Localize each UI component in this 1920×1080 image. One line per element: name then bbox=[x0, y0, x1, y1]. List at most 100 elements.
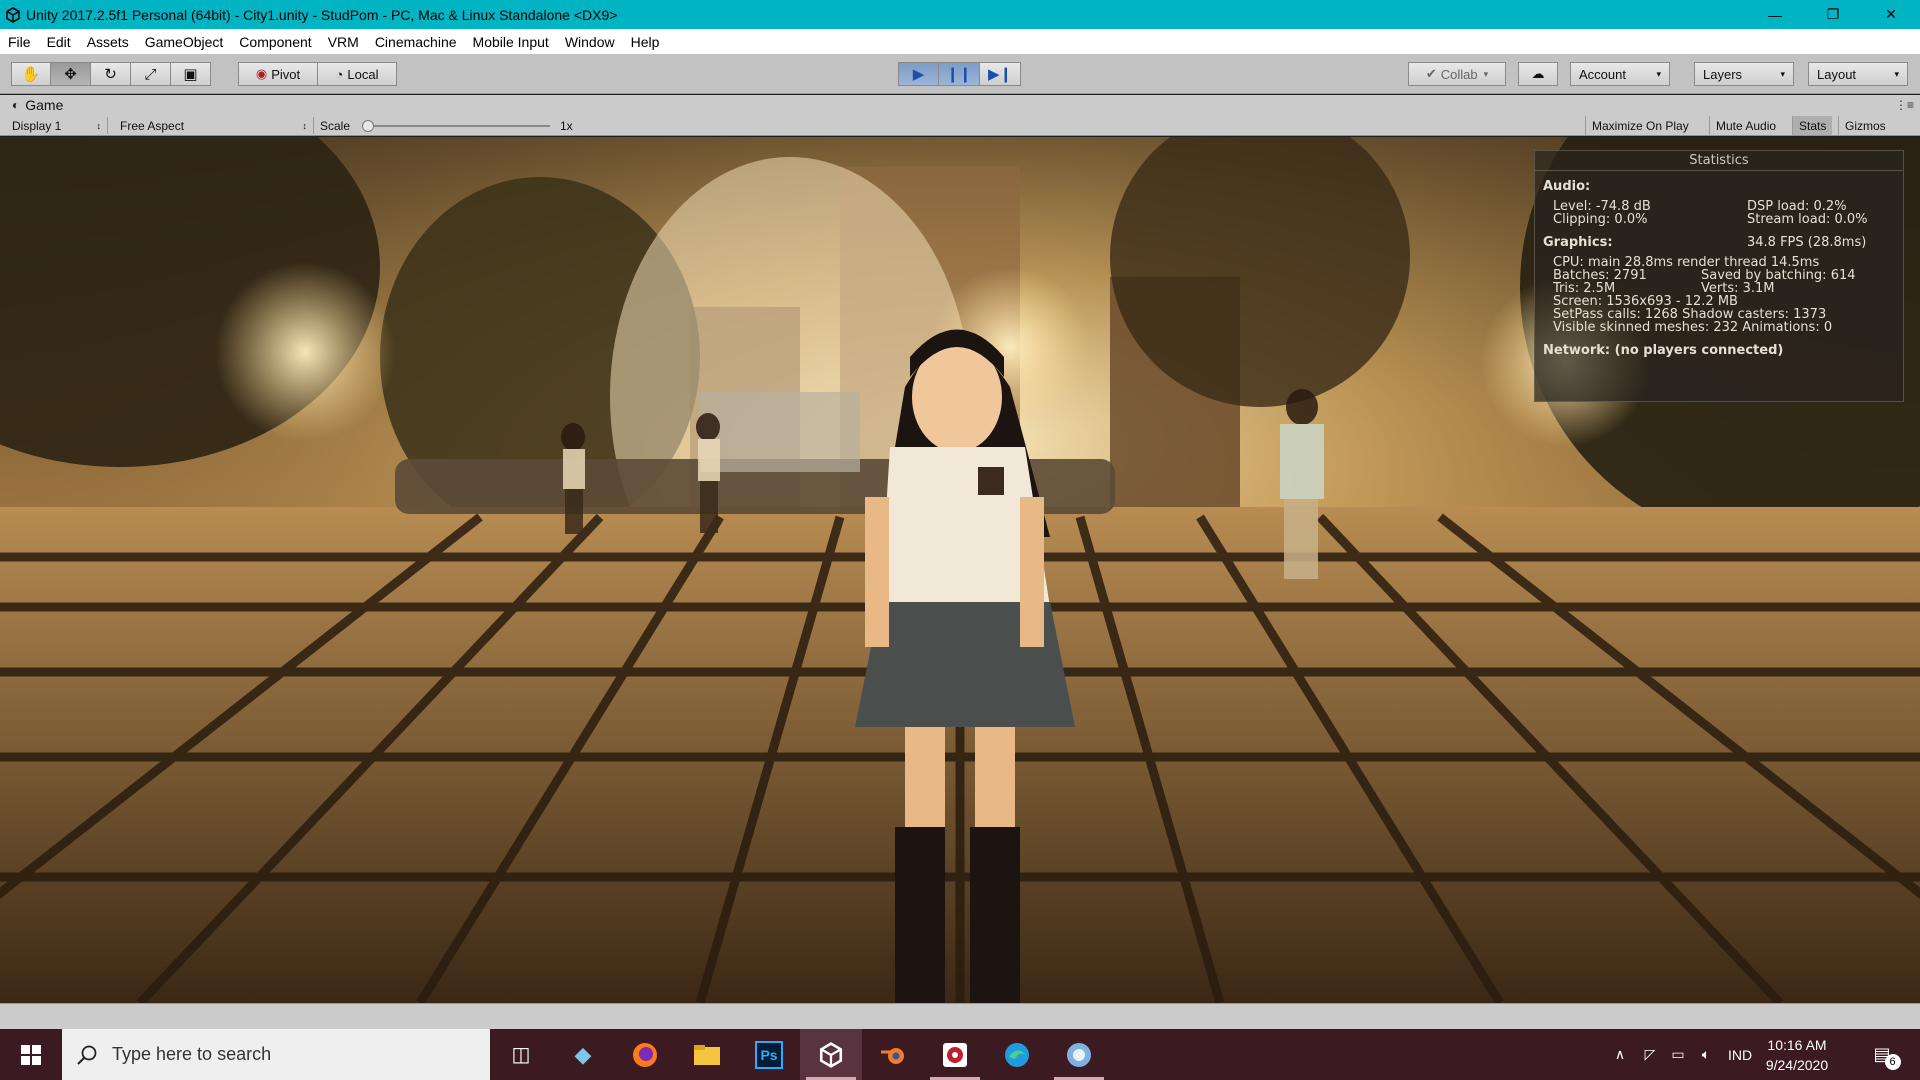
aspect-select[interactable]: Free Aspect ↕ bbox=[114, 117, 314, 134]
rect-tool-button[interactable]: ▣ bbox=[171, 62, 211, 86]
chevron-down-icon: ▾ bbox=[1656, 68, 1661, 79]
menu-assets[interactable]: Assets bbox=[79, 34, 137, 50]
scale-tool-button[interactable]: ⤢ bbox=[131, 62, 171, 86]
menu-gameobject[interactable]: GameObject bbox=[137, 34, 232, 50]
task-view-button[interactable]: ◫ bbox=[490, 1029, 552, 1080]
edge-icon bbox=[1005, 1042, 1029, 1067]
game-tab-header: ◐ Game ⋮≡ bbox=[0, 95, 1920, 115]
unity-logo-icon bbox=[6, 6, 20, 23]
firefox-icon bbox=[633, 1042, 657, 1067]
search-icon bbox=[77, 1045, 97, 1065]
move-tool-button[interactable]: ✥ bbox=[51, 62, 91, 86]
close-icon[interactable]: ✕ bbox=[1862, 0, 1920, 29]
pause-icon: ❙❙ bbox=[946, 66, 972, 83]
layout-dropdown[interactable]: Layout ▾ bbox=[1808, 62, 1908, 86]
check-icon: ✔ bbox=[1425, 66, 1437, 81]
move-icon: ✥ bbox=[64, 66, 77, 83]
menu-help[interactable]: Help bbox=[623, 34, 668, 50]
skinned-readout: Visible skinned meshes: 232 Animations: … bbox=[1553, 320, 1833, 335]
cloud-icon: ☁ bbox=[1531, 66, 1545, 81]
menu-vrm[interactable]: VRM bbox=[320, 34, 367, 50]
show-hidden-icons-chevron-up-icon[interactable]: ∧ bbox=[1606, 1029, 1634, 1080]
statistics-panel: Statistics Audio: Level: -74.8 dB DSP lo… bbox=[1534, 150, 1904, 402]
taskbar-edge[interactable] bbox=[986, 1029, 1048, 1080]
scale-slider-knob[interactable] bbox=[362, 120, 374, 132]
menu-cinemachine[interactable]: Cinemachine bbox=[367, 34, 465, 50]
clock-date: 9/24/2020 bbox=[1765, 1057, 1829, 1073]
blender-icon bbox=[881, 1047, 904, 1064]
scale-icon: ⤢ bbox=[144, 65, 157, 83]
gizmos-dropdown[interactable]: Gizmos bbox=[1838, 116, 1892, 135]
layout-label: Layout bbox=[1817, 66, 1857, 82]
graphics-heading: Graphics: bbox=[1543, 235, 1613, 250]
account-dropdown[interactable]: Account ▾ bbox=[1570, 62, 1670, 86]
chevron-down-icon: ▾ bbox=[1894, 68, 1899, 79]
wifi-icon[interactable]: ◸ bbox=[1636, 1029, 1664, 1080]
main-toolbar: ✋ ✥ ↻ ⤢ ▣ ◉ Pivot ◔ Local ▶ ❙❙ ▶❙ ✔ Coll… bbox=[0, 54, 1920, 94]
layout-group: Layout ▾ bbox=[1808, 62, 1908, 86]
rotate-tool-button[interactable]: ↻ bbox=[91, 62, 131, 86]
taskbar-search[interactable]: Type here to search bbox=[62, 1029, 490, 1080]
taskbar-photoshop[interactable]: Ps bbox=[738, 1029, 800, 1080]
hand-icon: ✋ bbox=[21, 66, 41, 83]
pivot-button[interactable]: ◉ Pivot bbox=[238, 62, 318, 86]
chevron-down-icon: ▾ bbox=[1780, 68, 1785, 79]
select-arrows-icon: ↕ bbox=[302, 120, 308, 131]
collab-button[interactable]: ✔ Collab ▾ bbox=[1408, 62, 1506, 86]
audio-heading: Audio: bbox=[1543, 179, 1591, 194]
start-button[interactable] bbox=[0, 1029, 62, 1080]
taskbar-recording-app[interactable] bbox=[924, 1029, 986, 1080]
account-label: Account bbox=[1579, 66, 1626, 82]
menu-file[interactable]: File bbox=[0, 34, 39, 50]
tab-game[interactable]: Game bbox=[25, 97, 63, 113]
account-group: Account ▾ bbox=[1570, 62, 1670, 86]
notifications-button[interactable]: ▤ 6 bbox=[1862, 1029, 1912, 1080]
menu-edit[interactable]: Edit bbox=[39, 34, 79, 50]
windows-taskbar: Type here to search ◫ ◆ Ps ∧ ◸ ▭ 🔈︎ IND … bbox=[0, 1029, 1920, 1080]
hand-tool-button[interactable]: ✋ bbox=[11, 62, 51, 86]
scale-value: 1x bbox=[560, 118, 573, 133]
file-explorer-icon bbox=[694, 1044, 720, 1065]
step-button[interactable]: ▶❙ bbox=[980, 62, 1021, 86]
menu-window[interactable]: Window bbox=[557, 34, 623, 50]
taskbar-clock[interactable]: 10:16 AM 9/24/2020 bbox=[1752, 1035, 1842, 1075]
stats-toggle[interactable]: Stats bbox=[1792, 116, 1833, 135]
audio-clipping: Clipping: 0.0% bbox=[1553, 212, 1648, 227]
local-button[interactable]: ◔ Local bbox=[318, 62, 397, 86]
menu-mobile-input[interactable]: Mobile Input bbox=[465, 34, 557, 50]
pivot-toggle-group: ◉ Pivot ◔ Local bbox=[238, 62, 397, 86]
volume-icon[interactable]: 🔈︎ bbox=[1692, 1029, 1720, 1080]
game-view-toolbar: Display 1 ↕ Free Aspect ↕ Scale 1x Maxim… bbox=[0, 115, 1920, 136]
layers-group: Layers ▾ bbox=[1694, 62, 1794, 86]
recording-app-icon bbox=[943, 1042, 967, 1067]
game-viewport[interactable]: Statistics Audio: Level: -74.8 dB DSP lo… bbox=[0, 137, 1920, 1003]
minimize-icon[interactable]: — bbox=[1746, 0, 1804, 29]
collab-group: ✔ Collab ▾ bbox=[1408, 62, 1506, 86]
taskbar-app-launcher[interactable]: ◆ bbox=[552, 1029, 614, 1080]
network-readout: Network: (no players connected) bbox=[1543, 343, 1784, 358]
taskbar-file-explorer[interactable] bbox=[676, 1029, 738, 1080]
local-icon: ◔ bbox=[335, 66, 344, 82]
local-label: Local bbox=[347, 66, 379, 82]
maximize-on-play-toggle[interactable]: Maximize On Play bbox=[1585, 116, 1695, 135]
battery-icon[interactable]: ▭ bbox=[1664, 1029, 1692, 1080]
taskbar-unity[interactable] bbox=[800, 1029, 862, 1080]
play-button[interactable]: ▶ bbox=[898, 62, 939, 86]
restore-icon[interactable]: ❐ bbox=[1804, 0, 1862, 29]
display-select[interactable]: Display 1 ↕ bbox=[6, 117, 108, 134]
layers-dropdown[interactable]: Layers ▾ bbox=[1694, 62, 1794, 86]
unity-icon bbox=[819, 1041, 843, 1068]
task-view-icon: ◫ bbox=[511, 1044, 531, 1066]
play-icon: ▶ bbox=[912, 66, 925, 83]
scale-slider-track[interactable] bbox=[366, 125, 550, 127]
taskbar-firefox[interactable] bbox=[614, 1029, 676, 1080]
mute-audio-toggle[interactable]: Mute Audio bbox=[1709, 116, 1782, 135]
taskbar-blender[interactable] bbox=[862, 1029, 924, 1080]
menu-component[interactable]: Component bbox=[231, 34, 319, 50]
cloud-button[interactable]: ☁ bbox=[1518, 62, 1558, 86]
menu-bar: File Edit Assets GameObject Component VR… bbox=[0, 29, 1920, 54]
taskbar-vroid[interactable] bbox=[1048, 1029, 1110, 1080]
panel-menu-icon[interactable]: ⋮≡ bbox=[1895, 98, 1914, 112]
aspect-label: Free Aspect bbox=[120, 118, 185, 133]
pause-button[interactable]: ❙❙ bbox=[939, 62, 980, 86]
